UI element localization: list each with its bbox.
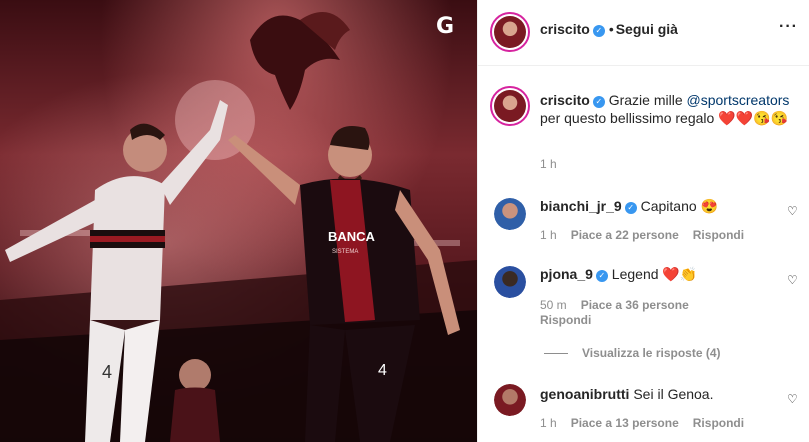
follow-button[interactable]: Segui già <box>616 21 678 37</box>
view-replies-button[interactable]: Visualizza le risposte (4) <box>544 346 721 360</box>
like-heart-icon[interactable]: ♡ <box>787 205 799 217</box>
more-options-icon[interactable]: ··· <box>779 18 798 36</box>
brand-logo-icon: G <box>435 14 455 39</box>
like-heart-icon[interactable]: ♡ <box>787 393 799 405</box>
comment-reply-button[interactable]: Rispondi <box>693 416 744 430</box>
comment-avatar[interactable] <box>494 198 526 230</box>
comment-meta: 50 m Piace a 36 persone Rispondi <box>540 298 740 328</box>
comment-text: Capitano 😍 <box>640 198 718 214</box>
comment-time: 1 h <box>540 228 557 242</box>
comment-avatar[interactable] <box>494 266 526 298</box>
comment-body: pjona_9 ✓ Legend ❤️👏 <box>540 266 697 283</box>
comment-body: bianchi_jr_9 ✓ Capitano 😍 <box>540 198 718 215</box>
verified-badge-icon: ✓ <box>595 270 608 282</box>
post-image[interactable]: 4 BANCA SISTEMA 4 G <box>0 0 477 442</box>
comment-reply-button[interactable]: Rispondi <box>693 228 744 242</box>
verified-badge-icon: ✓ <box>624 202 637 214</box>
caption-username[interactable]: criscito <box>540 92 590 108</box>
reply-line <box>544 353 568 355</box>
comment-body: genoanibrutti Sei il Genoa. <box>540 386 714 402</box>
comment-reply-button[interactable]: Rispondi <box>540 313 591 327</box>
post-header: criscito ✓ • Segui già ··· <box>478 0 809 66</box>
comment-meta: 1 h Piace a 13 persone Rispondi <box>540 416 744 430</box>
header-user: criscito ✓ • Segui già <box>540 21 678 37</box>
svg-text:4: 4 <box>378 362 387 379</box>
griffin-bird <box>250 12 350 110</box>
post-artwork: 4 BANCA SISTEMA 4 <box>0 12 477 442</box>
comment-time: 1 h <box>540 416 557 430</box>
caption-time: 1 h <box>540 157 557 171</box>
comment-time: 50 m <box>540 298 567 312</box>
separator-dot: • <box>608 21 614 37</box>
caption-text-after: per questo bellissimo regalo ❤️❤️😘😘 <box>540 110 788 126</box>
post-side-panel: criscito ✓ • Segui già ··· criscito ✓ Grazie… <box>477 0 809 442</box>
comment-username[interactable]: genoanibrutti <box>540 386 629 402</box>
post-caption: criscito ✓ Grazie mille @sportscreators p… <box>540 91 800 127</box>
comment-likes[interactable]: Piace a 36 persone <box>581 298 689 312</box>
header-username[interactable]: criscito <box>540 21 590 37</box>
caption-avatar[interactable] <box>490 86 530 126</box>
svg-text:BANCA: BANCA <box>328 229 376 244</box>
view-replies-label: Visualizza le risposte (4) <box>582 346 721 360</box>
comment-avatar[interactable] <box>494 384 526 416</box>
svg-text:SISTEMA: SISTEMA <box>332 249 358 255</box>
caption-text-before: Grazie mille <box>608 92 683 108</box>
verified-badge-icon: ✓ <box>592 25 605 37</box>
comment-username[interactable]: pjona_9 <box>540 266 593 282</box>
comment-likes[interactable]: Piace a 22 persone <box>571 228 679 242</box>
comment-text: Legend ❤️👏 <box>611 266 698 282</box>
like-heart-icon[interactable]: ♡ <box>787 274 799 286</box>
comment-meta: 1 h Piace a 22 persone Rispondi <box>540 228 744 242</box>
caption-mention-link[interactable]: @sportscreators <box>687 92 790 108</box>
comment-username[interactable]: bianchi_jr_9 <box>540 198 622 214</box>
verified-badge-icon: ✓ <box>592 96 605 108</box>
avatar[interactable] <box>490 12 530 52</box>
svg-text:4: 4 <box>102 362 112 382</box>
comment-text: Sei il Genoa. <box>633 386 714 402</box>
comment-likes[interactable]: Piace a 13 persone <box>571 416 679 430</box>
